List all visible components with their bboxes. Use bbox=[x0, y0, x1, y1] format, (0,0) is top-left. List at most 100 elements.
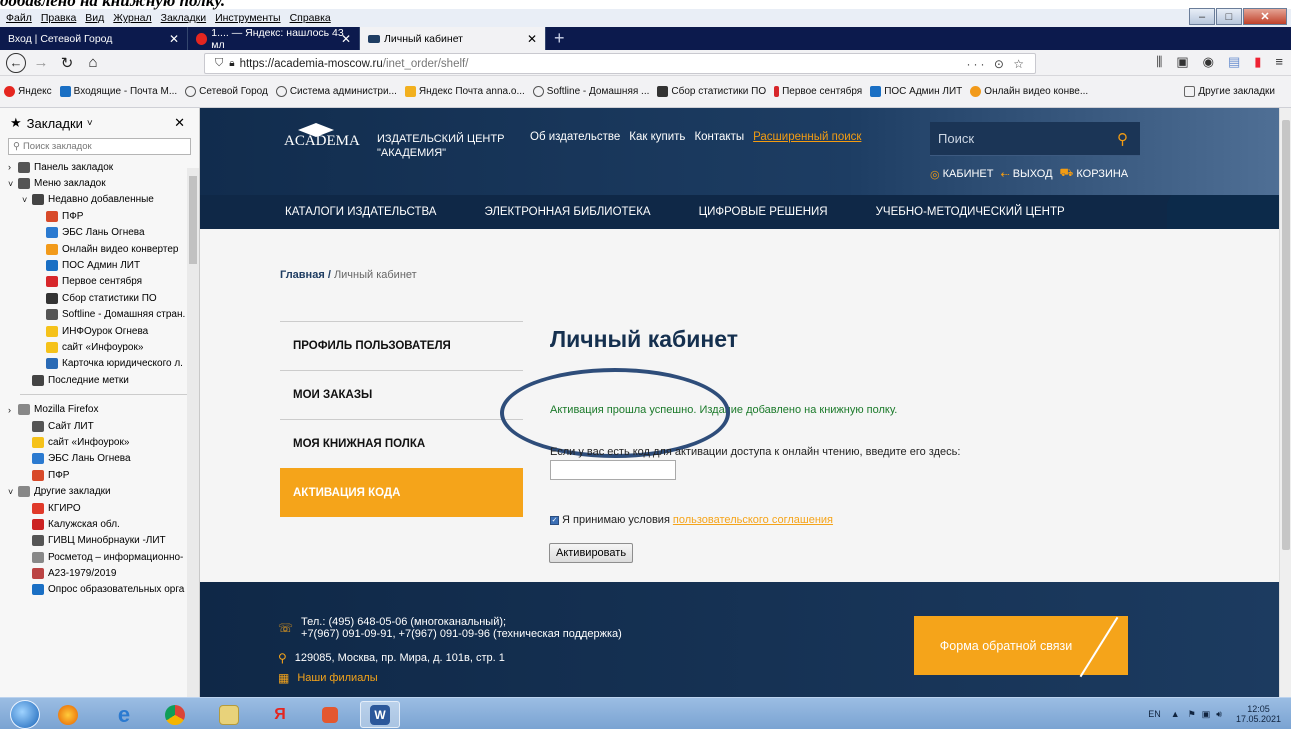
tab-yandex[interactable]: 1.... — Яндекс: нашлось 43 мл ✕ bbox=[188, 27, 360, 51]
screenshot-icon[interactable]: ▤ bbox=[1228, 54, 1240, 70]
advanced-search-link[interactable]: Расширенный поиск bbox=[753, 131, 861, 143]
nav-how-to-buy[interactable]: Как купить bbox=[629, 131, 685, 143]
bookmark-stats[interactable]: Сбор статистики ПО bbox=[657, 86, 766, 97]
maximize-icon[interactable]: □ bbox=[1216, 8, 1242, 25]
menu-my-bookshelf[interactable]: МОЯ КНИЖНАЯ ПОЛКА bbox=[280, 419, 523, 468]
bookmark-tree-item[interactable]: ˅ Меню закладок bbox=[0, 175, 199, 191]
bookmark-tree-item[interactable]: ЭБС Лань Огнева bbox=[0, 225, 199, 241]
sidebar-toggle-icon[interactable]: ▣ bbox=[1176, 54, 1188, 70]
nav-e-library[interactable]: ЭЛЕКТРОННАЯ БИБЛИОТЕКА bbox=[484, 206, 650, 218]
back-icon[interactable]: ← bbox=[6, 52, 26, 73]
bookmark-tree-item[interactable]: ГИВЦ Минобрнауки -ЛИТ bbox=[0, 533, 199, 549]
bookmark-tree-item[interactable]: Онлайн видео конвертер bbox=[0, 241, 199, 257]
activate-button[interactable]: Активировать bbox=[549, 543, 634, 563]
library-icon[interactable]: ⫼ bbox=[1156, 54, 1162, 70]
user-agreement-link[interactable]: пользовательского соглашения bbox=[673, 514, 833, 526]
nav-digital[interactable]: ЦИФРОВЫЕ РЕШЕНИЯ bbox=[699, 206, 828, 218]
site-search-input[interactable]: Поиск ⚲ bbox=[930, 122, 1140, 156]
bookmark-tree-item[interactable]: ПФР bbox=[0, 467, 199, 483]
bookmark-setevoy-gorod[interactable]: Сетевой Город bbox=[185, 86, 268, 97]
sidebar-scrollbar[interactable] bbox=[187, 168, 199, 698]
ie-taskbar-icon[interactable]: e bbox=[104, 701, 144, 728]
scroll-thumb[interactable] bbox=[189, 176, 197, 264]
bookmark-softline[interactable]: Softline - Домашняя ... bbox=[532, 86, 649, 97]
bookmark-tree-item[interactable]: КГИРО bbox=[0, 500, 199, 516]
chevron-icon[interactable]: ˅ bbox=[8, 487, 18, 497]
home-icon[interactable]: ⌂ bbox=[82, 52, 104, 74]
cart-link[interactable]: КОРЗИНА bbox=[1076, 168, 1128, 180]
bookmark-yandex[interactable]: Яндекс bbox=[4, 86, 52, 97]
bookmark-tree-item[interactable]: сайт «Инфоурок» bbox=[0, 434, 199, 450]
bookmark-tree-item[interactable]: А23-1979/2019 bbox=[0, 565, 199, 581]
minimize-icon[interactable]: – bbox=[1189, 8, 1215, 25]
bookmark-tree-item[interactable]: Калужская обл. bbox=[0, 516, 199, 532]
scroll-thumb[interactable] bbox=[1282, 120, 1290, 550]
close-sidebar-icon[interactable]: ✕ bbox=[174, 115, 185, 131]
bookmark-tree-item[interactable]: Сбор статистики ПО bbox=[0, 290, 199, 306]
nav-catalogs[interactable]: КАТАЛОГИ ИЗДАТЕЛЬСТВА bbox=[285, 206, 436, 218]
menu-icon[interactable]: ≡ bbox=[1275, 54, 1283, 70]
breadcrumb-home[interactable]: Главная bbox=[280, 269, 325, 281]
bookmark-tree-item[interactable]: Первое сентября bbox=[0, 274, 199, 290]
menu-bookmarks[interactable]: Закладки bbox=[161, 12, 206, 24]
close-window-icon[interactable]: ✕ bbox=[1243, 8, 1287, 25]
tab-lichny-kabinet[interactable]: Личный кабинет ✕ bbox=[360, 27, 546, 50]
menu-help[interactable]: Справка bbox=[290, 12, 331, 24]
sidebar-header[interactable]: ★ Закладки ˅ ✕ bbox=[0, 108, 199, 138]
nav-about[interactable]: Об издательстве bbox=[530, 131, 620, 143]
reload-icon[interactable]: ↻ bbox=[56, 52, 78, 74]
page-actions-icons[interactable]: ··· ⊙ ☆ bbox=[967, 57, 1027, 71]
network-icon[interactable]: ▣ bbox=[1202, 709, 1211, 720]
chrome-taskbar-icon[interactable] bbox=[155, 701, 195, 728]
video-app-taskbar-icon[interactable] bbox=[310, 701, 350, 728]
language-indicator[interactable]: EN bbox=[1148, 709, 1161, 719]
branches-link[interactable]: Наши филиалы bbox=[297, 672, 377, 684]
bookmark-tree-item[interactable]: ПФР bbox=[0, 208, 199, 224]
word-taskbar-icon[interactable]: W bbox=[360, 701, 400, 728]
menu-my-orders[interactable]: МОИ ЗАКАЗЫ bbox=[280, 370, 523, 419]
feedback-form-button[interactable]: Форма обратной связи bbox=[914, 616, 1128, 675]
bookmark-tree-item[interactable]: Последние метки bbox=[0, 372, 199, 388]
bookmark-admin-system[interactable]: Система администри... bbox=[275, 86, 397, 97]
close-tab-icon[interactable]: ✕ bbox=[341, 32, 351, 46]
bookmark-tree-item[interactable]: Опрос образовательных орга bbox=[0, 582, 199, 598]
bookmark-tree-item[interactable]: ИНФОурок Огнева bbox=[0, 323, 199, 339]
bookmark-first-september[interactable]: Первое сентября bbox=[774, 86, 862, 97]
shield-icon[interactable]: ⛉ bbox=[215, 57, 223, 70]
bookmark-pos-admin[interactable]: ПОС Админ ЛИТ bbox=[870, 86, 962, 97]
chevron-icon[interactable]: › bbox=[8, 162, 18, 172]
bookmark-tree-item[interactable]: › Панель закладок bbox=[0, 159, 199, 175]
menu-tools[interactable]: Инструменты bbox=[215, 12, 280, 24]
bookmark-tree-item[interactable]: сайт «Инфоурок» bbox=[0, 339, 199, 355]
bookmark-tree-item[interactable]: › Mozilla Firefox bbox=[0, 401, 199, 417]
agreement-checkbox[interactable]: ✓ bbox=[550, 515, 559, 525]
bookmark-tree-item[interactable]: Росметод – информационно- bbox=[0, 549, 199, 565]
menu-edit[interactable]: Правка bbox=[41, 12, 76, 24]
flag-icon[interactable]: ⚑ bbox=[1188, 709, 1196, 720]
bookmark-tree-item[interactable]: Сайт ЛИТ bbox=[0, 418, 199, 434]
menu-profile[interactable]: ПРОФИЛЬ ПОЛЬЗОВАТЕЛЯ bbox=[280, 321, 523, 370]
extension-flag-icon[interactable]: ▮ bbox=[1254, 54, 1261, 70]
bookmark-search-input[interactable]: ⚲ Поиск закладок bbox=[8, 138, 191, 155]
bookmark-tree-item[interactable]: Softline - Домашняя стран. bbox=[0, 307, 199, 323]
page-scrollbar[interactable] bbox=[1279, 108, 1291, 697]
nav-contacts[interactable]: Контакты bbox=[694, 131, 744, 143]
start-button[interactable] bbox=[10, 700, 40, 729]
bookmark-tree-item[interactable]: ЭБС Лань Огнева bbox=[0, 451, 199, 467]
bookmark-tree-item[interactable]: ПОС Админ ЛИТ bbox=[0, 257, 199, 273]
academia-logo[interactable]: ACADEMA bbox=[284, 123, 360, 150]
tab-setevoy-gorod[interactable]: Вход | Сетевой Город ✕ bbox=[0, 27, 188, 50]
address-bar[interactable]: ⛉ 🔒︎ https://academia-moscow.ru /inet_or… bbox=[204, 53, 1036, 74]
chevron-icon[interactable]: ˅ bbox=[22, 195, 32, 205]
close-tab-icon[interactable]: ✕ bbox=[169, 32, 179, 46]
explorer-taskbar-icon[interactable] bbox=[209, 701, 249, 728]
firefox-taskbar-icon[interactable] bbox=[48, 701, 88, 728]
logout-link[interactable]: ВЫХОД bbox=[1013, 168, 1053, 180]
nav-methodical-center[interactable]: УЧЕБНО-МЕТОДИЧЕСКИЙ ЦЕНТР bbox=[876, 206, 1065, 218]
other-bookmarks[interactable]: Другие закладки bbox=[1184, 86, 1275, 97]
cabinet-link[interactable]: КАБИНЕТ bbox=[943, 168, 994, 180]
tray-arrow-icon[interactable]: ▲ bbox=[1171, 709, 1180, 719]
account-icon[interactable]: ◉ bbox=[1203, 54, 1214, 70]
clock[interactable]: 12:05 17.05.2021 bbox=[1236, 704, 1281, 724]
menu-view[interactable]: Вид bbox=[85, 12, 104, 24]
